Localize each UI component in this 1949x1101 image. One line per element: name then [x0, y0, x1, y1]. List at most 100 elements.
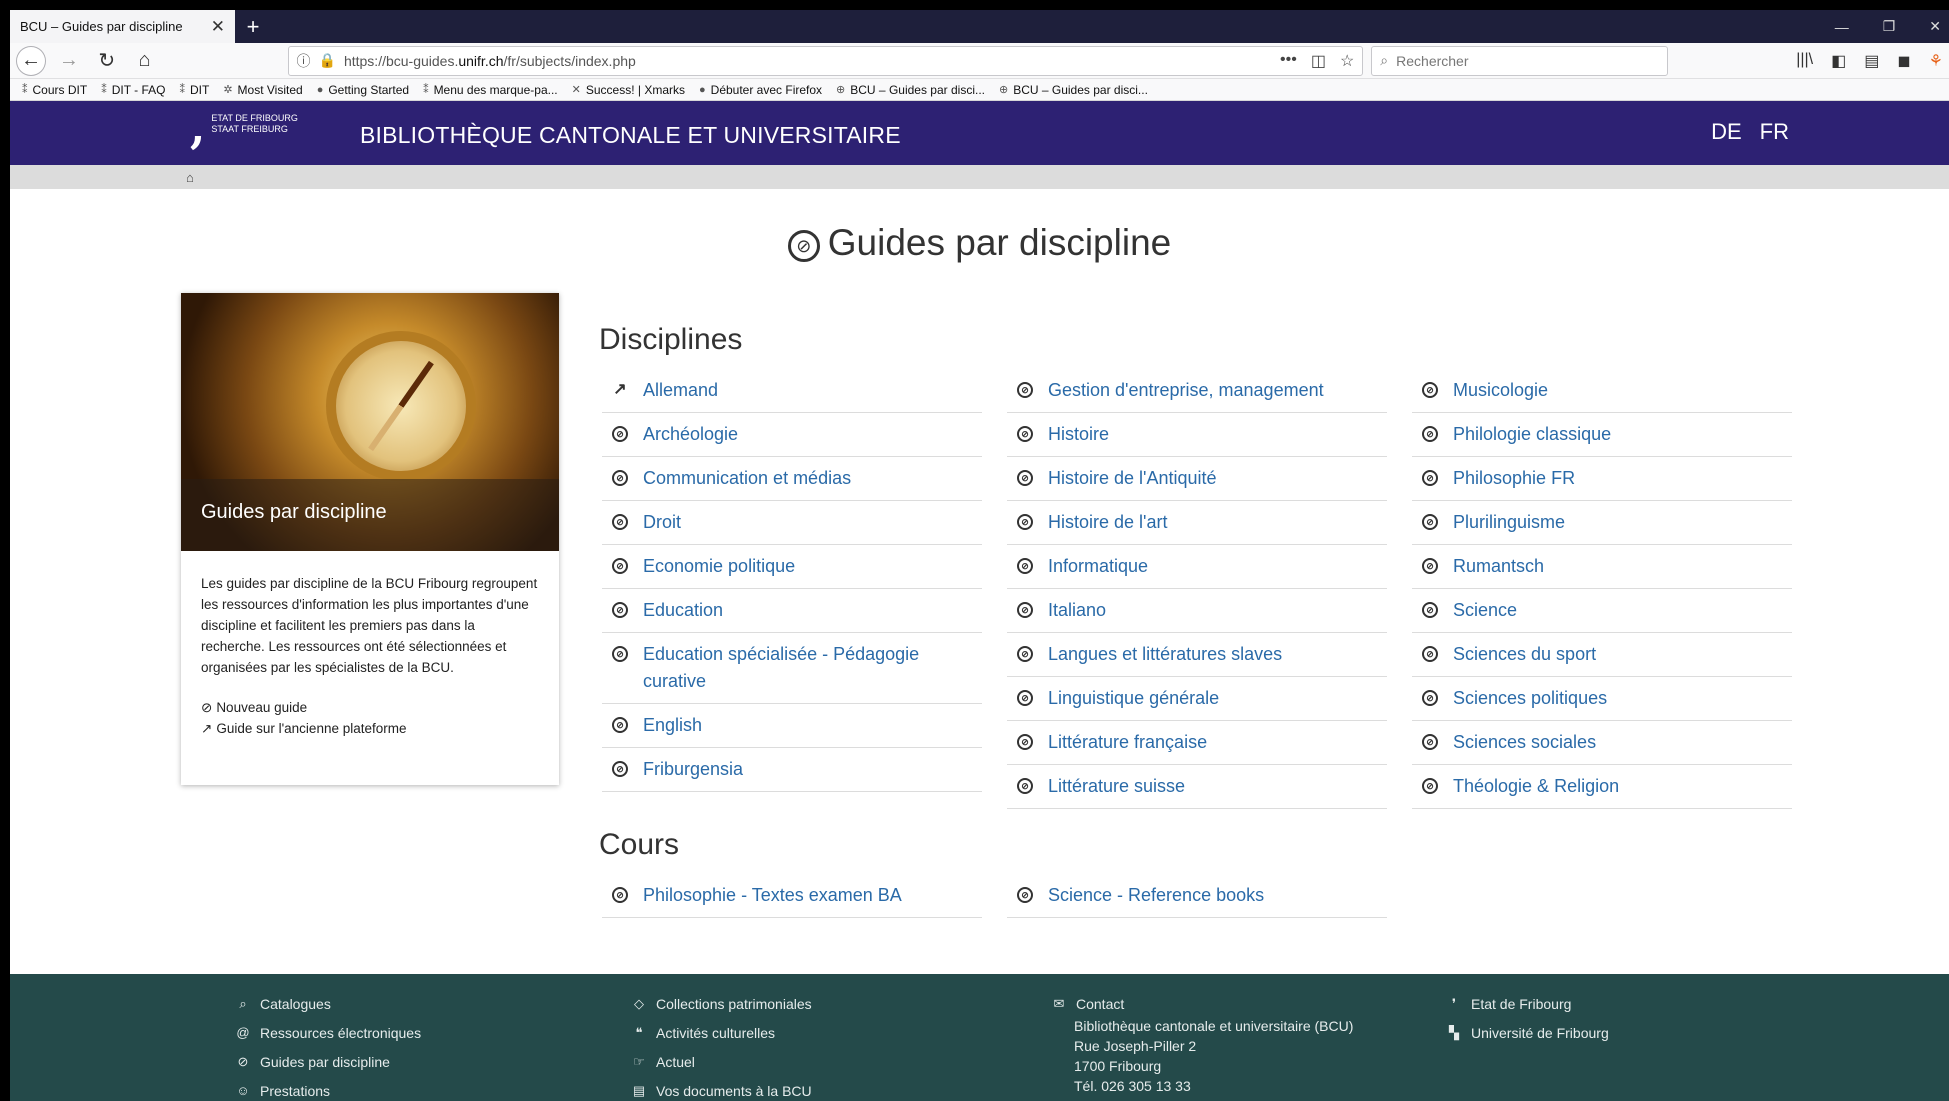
- contact-link[interactable]: ✉ Contact: [1052, 994, 1353, 1014]
- discipline-link[interactable]: Histoire de l'Antiquité: [1048, 465, 1217, 492]
- discipline-item: ⊘ Economie politique: [602, 545, 982, 589]
- info-icon[interactable]: ⓘ: [297, 51, 311, 71]
- home-breadcrumb-icon[interactable]: ⌂: [186, 170, 194, 185]
- footer-link[interactable]: ❝ Activités culturelles: [632, 1023, 812, 1043]
- lang-de-link[interactable]: DE: [1711, 119, 1742, 145]
- url-text[interactable]: https://bcu-guides.unifr.ch/fr/subjects/…: [344, 53, 1272, 69]
- forward-icon[interactable]: →: [54, 46, 84, 76]
- discipline-link[interactable]: Philologie classique: [1453, 421, 1611, 448]
- disciplines-column-2: ⊘ Gestion d'entreprise, management ⊘ Histoi…: [1007, 369, 1387, 809]
- footer-link[interactable]: ☺ Prestations: [236, 1081, 421, 1101]
- page-actions-icon[interactable]: •••: [1280, 51, 1297, 71]
- bookmark-item[interactable]: ✕ Success! | Xmarks: [572, 83, 685, 97]
- cours-column-2: ⊘ Science - Reference books: [1007, 874, 1387, 918]
- discipline-link[interactable]: Friburgensia: [643, 756, 743, 783]
- discipline-link[interactable]: Allemand: [643, 377, 718, 404]
- etat-fribourg-logo[interactable]: , ETAT DE FRIBOURG STAAT FREIBURG: [190, 103, 298, 154]
- footer-link[interactable]: @ Ressources électroniques: [236, 1023, 421, 1043]
- discipline-link[interactable]: Théologie & Religion: [1453, 773, 1619, 800]
- window-controls: — ❐ ✕: [1835, 10, 1949, 43]
- nav-bar: ← → ↻ ⌂ ⓘ 🔒 https://bcu-guides.unifr.ch/…: [10, 43, 1949, 79]
- discipline-item: ↗ Allemand: [602, 369, 982, 413]
- discipline-link[interactable]: Science - Reference books: [1048, 882, 1264, 909]
- discipline-link[interactable]: Droit: [643, 509, 681, 536]
- footer-link[interactable]: ▤ Vos documents à la BCU: [632, 1081, 812, 1101]
- discipline-item: ⊘ Gestion d'entreprise, management: [1007, 369, 1387, 413]
- discipline-link[interactable]: Informatique: [1048, 553, 1148, 580]
- bookmark-item[interactable]: ✲ Most Visited: [223, 83, 302, 97]
- discipline-link[interactable]: Italiano: [1048, 597, 1106, 624]
- new-tab-icon[interactable]: +: [235, 10, 271, 43]
- discipline-link[interactable]: Archéologie: [643, 421, 738, 448]
- discipline-item: ⊘ Philosophie FR: [1412, 457, 1792, 501]
- logo-mark-icon: ,: [190, 103, 206, 154]
- footer-link[interactable]: ⊘ Guides par discipline: [236, 1052, 421, 1072]
- discipline-link[interactable]: Plurilinguisme: [1453, 509, 1565, 536]
- reader-icon[interactable]: ▤: [1864, 51, 1879, 71]
- footer-column-2: ◇ Collections patrimoniales ❝ Activités cu…: [632, 994, 812, 1101]
- discipline-link[interactable]: Sciences politiques: [1453, 685, 1607, 712]
- new-guide-link[interactable]: ⊘ Nouveau guide: [201, 697, 539, 718]
- restore-icon[interactable]: ❐: [1883, 18, 1896, 35]
- bookmark-item[interactable]: ⁑ DIT: [179, 83, 209, 97]
- footer-link[interactable]: ◇ Collections patrimoniales: [632, 994, 812, 1014]
- compass-icon: ⊘: [1422, 778, 1438, 794]
- discipline-item: ⊘ Histoire de l'art: [1007, 501, 1387, 545]
- browser-tab[interactable]: BCU – Guides par discipline ✕: [10, 10, 235, 43]
- discipline-link[interactable]: Histoire: [1048, 421, 1109, 448]
- discipline-link[interactable]: Philosophie FR: [1453, 465, 1575, 492]
- minimize-icon[interactable]: —: [1835, 19, 1849, 35]
- old-guide-link[interactable]: ↗ Guide sur l'ancienne plateforme: [201, 718, 539, 739]
- bookmark-item[interactable]: ⊕ BCU – Guides par disci...: [999, 83, 1148, 97]
- discipline-link[interactable]: Littérature suisse: [1048, 773, 1185, 800]
- comments-icon: ❝: [635, 1025, 643, 1040]
- discipline-link[interactable]: Rumantsch: [1453, 553, 1544, 580]
- discipline-link[interactable]: Sciences sociales: [1453, 729, 1596, 756]
- discipline-link[interactable]: Musicologie: [1453, 377, 1548, 404]
- bookmark-star-icon[interactable]: ☆: [1340, 51, 1354, 71]
- discipline-link[interactable]: Education spécialisée - Pédagogie curati…: [643, 641, 972, 695]
- discipline-item: ⊘ Philologie classique: [1412, 413, 1792, 457]
- site-title[interactable]: BIBLIOTHÈQUE CANTONALE ET UNIVERSITAIRE: [360, 122, 901, 149]
- bookmark-item[interactable]: ⁑ DIT - FAQ: [101, 83, 165, 97]
- bookmark-item[interactable]: ⁑ Menu des marque-pa...: [423, 83, 558, 97]
- url-bar[interactable]: ⓘ 🔒 https://bcu-guides.unifr.ch/fr/subje…: [287, 45, 1364, 76]
- discipline-link[interactable]: Philosophie - Textes examen BA: [643, 882, 902, 909]
- discipline-link[interactable]: Science: [1453, 597, 1517, 624]
- lang-fr-link[interactable]: FR: [1760, 119, 1789, 145]
- bookmark-item[interactable]: ⊕ BCU – Guides par disci...: [836, 83, 985, 97]
- close-tab-icon[interactable]: ✕: [211, 17, 225, 37]
- footer-link[interactable]: ⌕ Catalogues: [236, 994, 421, 1014]
- footer-link[interactable]: ☞ Actuel: [632, 1052, 812, 1072]
- back-icon[interactable]: ←: [16, 45, 46, 76]
- home-icon[interactable]: ⌂: [130, 46, 160, 76]
- bookmark-item[interactable]: ⁑ Cours DIT: [22, 83, 87, 97]
- bookmark-item[interactable]: ● Débuter avec Firefox: [699, 83, 822, 97]
- sidebar-icon[interactable]: ◧: [1831, 51, 1846, 71]
- disciplines-heading: Disciplines: [599, 323, 743, 356]
- discipline-link[interactable]: Histoire de l'art: [1048, 509, 1167, 536]
- discipline-link[interactable]: Linguistique générale: [1048, 685, 1219, 712]
- discipline-link[interactable]: Littérature française: [1048, 729, 1207, 756]
- discipline-link[interactable]: Gestion d'entreprise, management: [1048, 377, 1324, 404]
- window-close-icon[interactable]: ✕: [1929, 18, 1941, 35]
- extension-icon[interactable]: ◼: [1897, 51, 1910, 71]
- footer-link[interactable]: ❜ Etat de Fribourg: [1447, 994, 1609, 1014]
- pocket-icon[interactable]: ◫: [1311, 51, 1326, 71]
- discipline-link[interactable]: Economie politique: [643, 553, 795, 580]
- library-icon[interactable]: |||\: [1796, 51, 1813, 71]
- discipline-link[interactable]: Langues et littératures slaves: [1048, 641, 1282, 668]
- discipline-link[interactable]: Education: [643, 597, 723, 624]
- discipline-link[interactable]: English: [643, 712, 702, 739]
- cours-heading: Cours: [599, 828, 680, 861]
- footer-link[interactable]: ▚ Université de Fribourg: [1447, 1023, 1609, 1043]
- addon-icon[interactable]: ⚘: [1929, 51, 1943, 71]
- compass-icon: ⊘: [1017, 470, 1033, 486]
- discipline-link[interactable]: Communication et médias: [643, 465, 851, 492]
- compass-icon: ⊘: [612, 761, 628, 777]
- search-input[interactable]: ⌕ Rechercher: [1371, 45, 1669, 76]
- thumbs-up-icon: ☞: [633, 1054, 645, 1069]
- bookmark-item[interactable]: ● Getting Started: [317, 83, 409, 97]
- discipline-link[interactable]: Sciences du sport: [1453, 641, 1596, 668]
- reload-icon[interactable]: ↻: [92, 46, 122, 76]
